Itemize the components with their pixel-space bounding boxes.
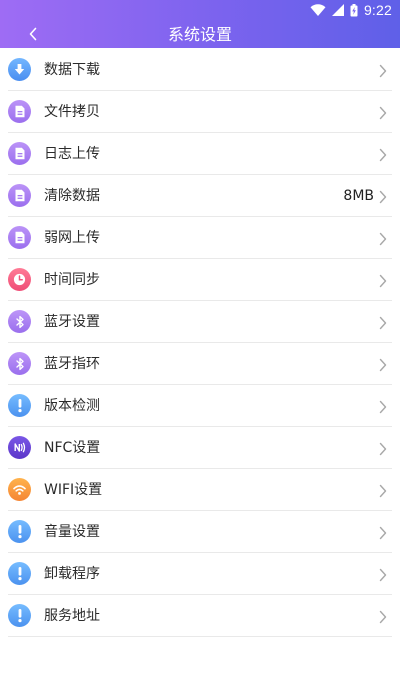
wifi-icon bbox=[8, 478, 31, 501]
settings-item-label: 服务地址 bbox=[44, 608, 100, 624]
settings-item-label: 蓝牙设置 bbox=[44, 314, 100, 330]
settings-item-3[interactable]: 日志上传 bbox=[0, 133, 400, 175]
settings-item-10[interactable]: NFC设置 bbox=[0, 427, 400, 469]
document-icon bbox=[8, 100, 31, 123]
document-icon bbox=[8, 226, 31, 249]
document-icon bbox=[8, 142, 31, 165]
settings-item-label: 卸载程序 bbox=[44, 566, 100, 582]
settings-item-label: WIFI设置 bbox=[44, 482, 103, 498]
settings-item-7[interactable]: 蓝牙设置 bbox=[0, 301, 400, 343]
settings-item-5[interactable]: 弱网上传 bbox=[0, 217, 400, 259]
document-icon bbox=[8, 184, 31, 207]
settings-list: 数据下载文件拷贝日志上传清除数据 8MB 弱网上传时间同步蓝牙设置蓝牙指环版本检测 N… bbox=[0, 49, 400, 637]
app-header: 9:22 系统设置 bbox=[0, 0, 400, 48]
settings-item-12[interactable]: 音量设置 bbox=[0, 511, 400, 553]
settings-item-label: 弱网上传 bbox=[44, 230, 100, 246]
settings-item-4[interactable]: 清除数据 8MB bbox=[0, 175, 400, 217]
status-bar: 9:22 bbox=[310, 2, 392, 18]
chevron-right-icon bbox=[378, 483, 388, 498]
settings-item-8[interactable]: 蓝牙指环 bbox=[0, 343, 400, 385]
settings-item-label: 日志上传 bbox=[44, 146, 100, 162]
settings-item-value: 8MB bbox=[343, 188, 374, 204]
chevron-right-icon bbox=[378, 147, 388, 162]
chevron-right-icon bbox=[378, 315, 388, 330]
settings-item-label: 清除数据 bbox=[44, 188, 100, 204]
settings-item-label: 文件拷贝 bbox=[44, 104, 100, 120]
settings-item-label: 时间同步 bbox=[44, 272, 100, 288]
settings-item-label: 音量设置 bbox=[44, 524, 100, 540]
nfc-icon bbox=[8, 436, 31, 459]
settings-item-13[interactable]: 卸载程序 bbox=[0, 553, 400, 595]
alert-icon bbox=[8, 520, 31, 543]
settings-item-2[interactable]: 文件拷贝 bbox=[0, 91, 400, 133]
bluetooth-icon bbox=[8, 310, 31, 333]
chevron-right-icon bbox=[378, 63, 388, 78]
battery-icon bbox=[350, 3, 358, 17]
alert-icon bbox=[8, 604, 31, 627]
chevron-right-icon bbox=[378, 105, 388, 120]
cellular-signal-icon bbox=[331, 4, 344, 16]
settings-item-label: 版本检测 bbox=[44, 398, 100, 414]
download-icon bbox=[8, 58, 31, 81]
chevron-right-icon bbox=[378, 399, 388, 414]
chevron-right-icon bbox=[378, 357, 388, 372]
settings-item-1[interactable]: 数据下载 bbox=[0, 49, 400, 91]
settings-item-label: NFC设置 bbox=[44, 440, 101, 456]
chevron-right-icon bbox=[378, 567, 388, 582]
status-time: 9:22 bbox=[363, 2, 392, 18]
chevron-right-icon bbox=[378, 231, 388, 246]
settings-item-label: 数据下载 bbox=[44, 62, 100, 78]
settings-item-6[interactable]: 时间同步 bbox=[0, 259, 400, 301]
settings-item-14[interactable]: 服务地址 bbox=[0, 595, 400, 637]
chevron-right-icon bbox=[378, 273, 388, 288]
alert-icon bbox=[8, 394, 31, 417]
wifi-signal-icon bbox=[310, 4, 326, 16]
settings-item-label: 蓝牙指环 bbox=[44, 356, 100, 372]
bluetooth-icon bbox=[8, 352, 31, 375]
chevron-right-icon bbox=[378, 189, 388, 204]
chevron-right-icon bbox=[378, 441, 388, 456]
alert-icon bbox=[8, 562, 31, 585]
page-title: 系统设置 bbox=[167, 25, 232, 44]
settings-item-11[interactable]: WIFI设置 bbox=[0, 469, 400, 511]
chevron-right-icon bbox=[378, 525, 388, 540]
clock-icon bbox=[8, 268, 31, 291]
settings-item-9[interactable]: 版本检测 bbox=[0, 385, 400, 427]
chevron-right-icon bbox=[378, 609, 388, 624]
